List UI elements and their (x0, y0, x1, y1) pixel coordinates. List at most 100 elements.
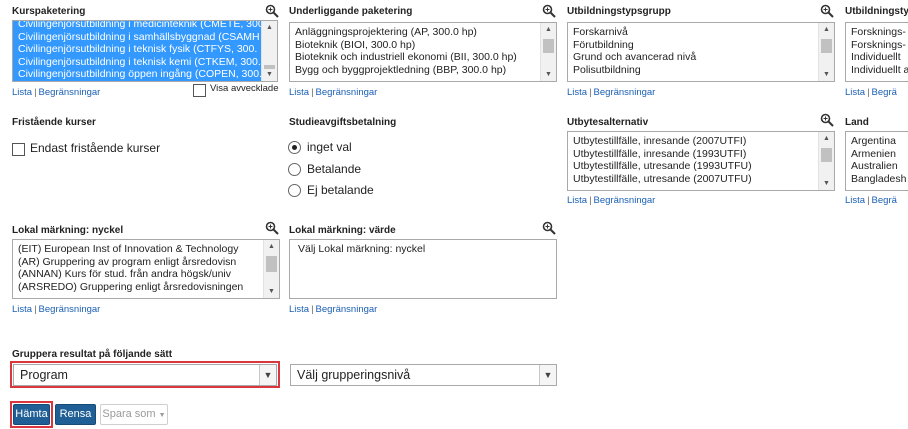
scrollbar[interactable]: ▲ ▼ (261, 21, 277, 81)
lokal-varde-listbox[interactable]: Välj Lokal märkning: nyckel (289, 239, 557, 299)
radio-inget-val[interactable]: inget val (288, 140, 352, 154)
grupperingsniva-select[interactable]: Välj grupperingsnivå ▼ (290, 364, 557, 386)
scroll-down-icon[interactable]: ▼ (264, 285, 279, 298)
list-item[interactable]: Utbytestillfälle, utresande (2007UTFU) (568, 173, 818, 186)
scrollbar-thumb[interactable] (266, 256, 277, 272)
scrollbar[interactable]: ▲ ▼ (263, 240, 279, 298)
list-item[interactable]: Bioteknik och industriell ekonomi (BII, … (290, 51, 540, 64)
scroll-down-icon[interactable]: ▼ (262, 68, 277, 81)
begransningar-link[interactable]: Begrä (872, 195, 897, 206)
utbildningstypsgrupp-listbox[interactable]: Forskarnivå Förutbildning Grund och avan… (567, 22, 835, 82)
begransningar-link[interactable]: Begränsningar (39, 304, 101, 315)
scrollbar-thumb[interactable] (543, 39, 554, 53)
magnifier-icon[interactable] (820, 113, 834, 127)
scroll-up-icon[interactable]: ▲ (262, 21, 277, 34)
list-item[interactable]: Civilingenjörsutbildning i medicinteknik… (13, 21, 261, 31)
list-item[interactable]: Forskarnivå (568, 26, 818, 39)
magnifier-icon[interactable] (542, 4, 556, 18)
radio-label: Betalande (307, 162, 362, 176)
gruppera-select[interactable]: Program ▼ (13, 364, 277, 386)
radio-button[interactable] (288, 183, 301, 197)
scrollbar-thumb[interactable] (821, 148, 832, 162)
underliggande-listbox[interactable]: Anläggningsprojektering (AP, 300.0 hp) B… (289, 22, 557, 82)
list-item[interactable]: (ARSREDO) Gruppering enligt årsredovisni… (13, 281, 263, 294)
list-item[interactable]: Bygg och byggprojektledning (BBP, 300.0 … (290, 64, 540, 77)
lista-link[interactable]: Lista (12, 304, 32, 315)
kurspaketering-listbox[interactable]: Civilingenjörsutbildning i medicinteknik… (12, 20, 278, 82)
chevron-down-icon[interactable]: ▼ (539, 365, 556, 385)
scroll-down-icon[interactable]: ▼ (541, 68, 556, 81)
list-item[interactable]: (ANNAN) Kurs för stud. från andra högsk/… (13, 268, 263, 281)
list-item[interactable]: Civilingenjörsutbildning i samhällsbyggn… (13, 30, 261, 44)
begransningar-link[interactable]: Begrä (872, 87, 897, 98)
magnifier-icon[interactable] (265, 4, 279, 18)
begransningar-link[interactable]: Begränsningar (316, 304, 378, 315)
caret-down-icon: ▼ (158, 412, 166, 419)
radio-betalande[interactable]: Betalande (288, 162, 361, 176)
lista-link[interactable]: Lista (12, 87, 32, 98)
utbildningstyp-listbox[interactable]: Forsknings- Forsknings- Individuellt Ind… (845, 22, 908, 82)
radio-label: Ej betalande (307, 183, 374, 197)
spara-som-button[interactable]: Spara som ▼ (100, 404, 168, 425)
land-listbox[interactable]: Argentina Armenien Australien Bangladesh (845, 131, 908, 191)
magnifier-icon[interactable] (542, 221, 556, 235)
chevron-down-icon[interactable]: ▼ (259, 365, 276, 385)
list-item[interactable]: Utbytestillfälle, inresande (1993UTFI) (568, 148, 818, 161)
lista-link[interactable]: Lista (289, 304, 309, 315)
list-item[interactable]: Individuellt (846, 51, 908, 64)
list-item[interactable]: Civilingenjörsutbildning öppen ingång (C… (13, 68, 261, 81)
radio-button[interactable] (288, 162, 301, 176)
list-item[interactable]: Anläggningsprojektering (AP, 300.0 hp) (290, 26, 540, 39)
utbytesalternativ-links: Lista | Begränsningar (567, 195, 656, 206)
lista-link[interactable]: Lista (289, 87, 309, 98)
lista-link[interactable]: Lista (845, 195, 865, 206)
begransningar-link[interactable]: Begränsningar (316, 87, 378, 98)
list-item[interactable]: Utbytestillfälle, utresande (1993UTFU) (568, 160, 818, 173)
begransningar-link[interactable]: Begränsningar (39, 87, 101, 98)
lokal-varde-links: Lista | Begränsningar (289, 304, 378, 315)
list-item[interactable]: Polisutbildning (568, 64, 818, 77)
magnifier-icon[interactable] (820, 4, 834, 18)
list-item[interactable]: Civilingenjörsutbildning i teknisk fysik… (13, 43, 261, 56)
list-item[interactable]: Bioteknik (BIOI, 300.0 hp) (290, 39, 540, 52)
scrollbar[interactable]: ▲ ▼ (818, 23, 834, 81)
lista-link[interactable]: Lista (567, 195, 587, 206)
rensa-button[interactable]: Rensa (55, 404, 96, 425)
scroll-up-icon[interactable]: ▲ (541, 23, 556, 36)
scroll-up-icon[interactable]: ▲ (819, 132, 834, 145)
list-item[interactable]: Armenien (846, 148, 908, 161)
hamta-button[interactable]: Hämta (13, 404, 50, 425)
magnifier-icon[interactable] (265, 221, 279, 235)
begransningar-link[interactable]: Begränsningar (594, 195, 656, 206)
list-item[interactable]: (AR) Gruppering av program enligt årsred… (13, 256, 263, 269)
list-item[interactable]: Förutbildning (568, 39, 818, 52)
lista-link[interactable]: Lista (845, 87, 865, 98)
radio-ej-betalande[interactable]: Ej betalande (288, 183, 374, 197)
begransningar-link[interactable]: Begränsningar (594, 87, 656, 98)
scrollbar[interactable]: ▲ ▼ (540, 23, 556, 81)
visa-avvecklade-label: Visa avvecklade (210, 83, 279, 94)
scrollbar-thumb[interactable] (821, 39, 832, 53)
list-item[interactable]: (EIT) European Inst of Innovation & Tech… (13, 243, 263, 256)
list-item[interactable]: Forsknings- (846, 26, 908, 39)
endast-fristaende-checkbox[interactable] (12, 143, 25, 156)
scrollbar[interactable]: ▲ ▼ (818, 132, 834, 190)
lokal-nyckel-listbox[interactable]: (EIT) European Inst of Innovation & Tech… (12, 239, 280, 299)
list-item[interactable]: Välj Lokal märkning: nyckel (290, 243, 556, 256)
lista-link[interactable]: Lista (567, 87, 587, 98)
utbytesalternativ-listbox[interactable]: Utbytestillfälle, inresande (2007UTFI) U… (567, 131, 835, 191)
visa-avvecklade-checkbox[interactable] (193, 84, 206, 97)
list-item[interactable]: Grund och avancerad nivå (568, 51, 818, 64)
scroll-down-icon[interactable]: ▼ (819, 177, 834, 190)
scroll-down-icon[interactable]: ▼ (819, 68, 834, 81)
list-item[interactable]: Argentina (846, 135, 908, 148)
list-item[interactable]: Bangladesh (846, 173, 908, 186)
list-item[interactable]: Forsknings- (846, 39, 908, 52)
list-item[interactable]: Australien (846, 160, 908, 173)
radio-button[interactable] (288, 140, 301, 154)
list-item[interactable]: Individuellt a (846, 64, 908, 77)
scroll-up-icon[interactable]: ▲ (264, 240, 279, 253)
scroll-up-icon[interactable]: ▲ (819, 23, 834, 36)
list-item[interactable]: Civilingenjörsutbildning i teknisk kemi … (13, 55, 261, 69)
list-item[interactable]: Utbytestillfälle, inresande (2007UTFI) (568, 135, 818, 148)
